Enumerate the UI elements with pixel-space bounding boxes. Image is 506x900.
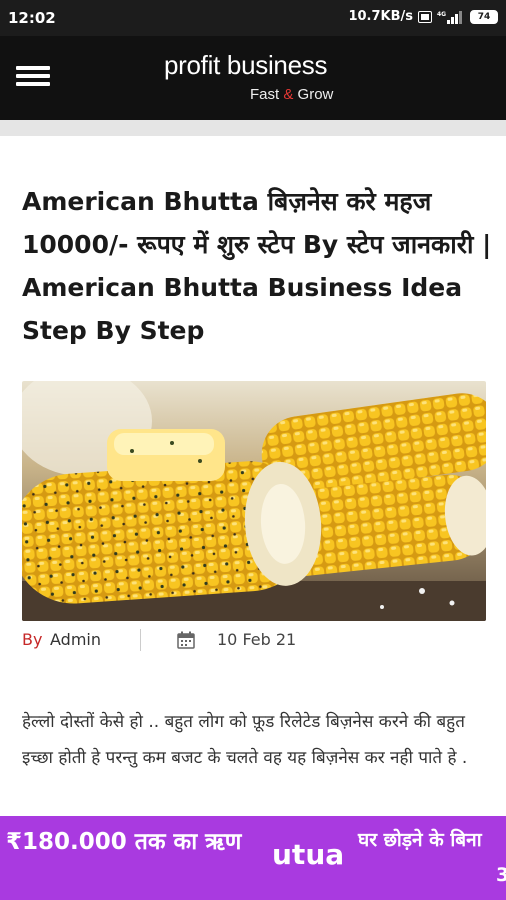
by-label: By [22,630,43,649]
tagline-part2: Grow [297,86,334,103]
network-type-label: 4G [437,11,446,18]
author-link[interactable]: Admin [50,630,101,649]
article-hero-image [22,381,486,621]
ad-tail: 3 [496,864,506,886]
calendar-icon [177,631,195,649]
tagline-amp: & [283,86,294,103]
menu-icon[interactable] [16,66,50,90]
battery-level: 74 [477,11,491,22]
ad-headline: ₹180.000 तक का ऋण [6,829,242,855]
tagline-part1: Fast [250,86,280,103]
ad-brand-text: utua [272,838,344,871]
status-time: 12:02 [8,9,56,27]
ad-tagline: घर छोड़ने के बिना [358,829,482,851]
meta-divider [140,629,141,651]
battery-icon: 74 [470,9,498,24]
article-intro: हेल्लो दोस्तों केसे हो .. बहुत लोग को फ़… [22,712,468,768]
signal-icon: 4G [437,10,462,24]
ad-brand-logo: utua [272,838,344,871]
header-divider [0,120,506,136]
article-meta: By Admin 10 Feb 21 [22,628,492,652]
article-title: American Bhutta बिज़नेस करे महज 10000/- … [22,187,492,345]
site-header: profit business Fast & Grow [0,36,506,120]
network-speed: 10.7KB/s [348,9,413,24]
status-bar: 12:02 10.7KB/s 4G 74 [0,0,506,36]
site-name: profit business [164,50,328,80]
status-indicators: 10.7KB/s 4G 74 [348,9,498,24]
site-logo[interactable]: profit business Fast & Grow [164,50,333,103]
corn-image [22,381,486,621]
hd-icon [418,10,432,23]
publish-date: 10 Feb 21 [217,630,297,649]
ad-banner[interactable]: ₹180.000 तक का ऋण utua घर छोड़ने के बिना… [0,816,506,900]
site-tagline: Fast & Grow [250,86,333,103]
